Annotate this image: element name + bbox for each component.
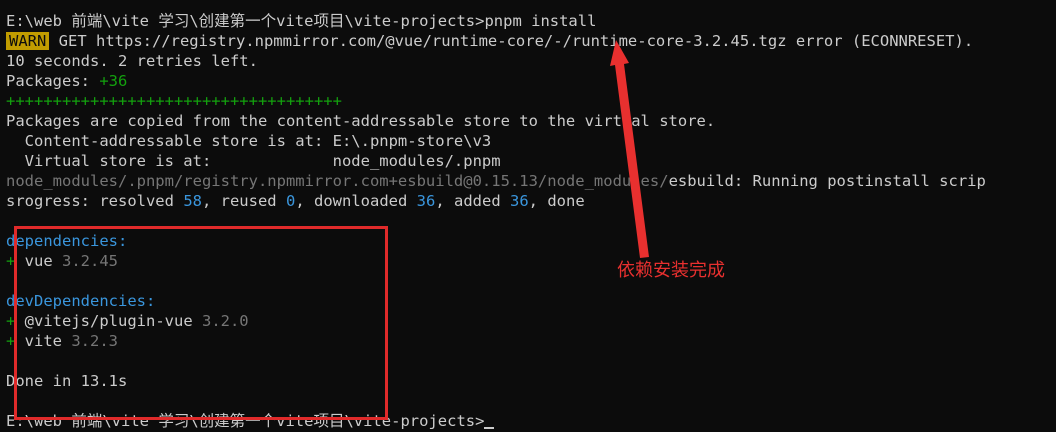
annotation-label: 依赖安装完成	[617, 260, 725, 281]
arrow-icon	[610, 40, 649, 258]
annotation-arrow	[610, 40, 649, 258]
